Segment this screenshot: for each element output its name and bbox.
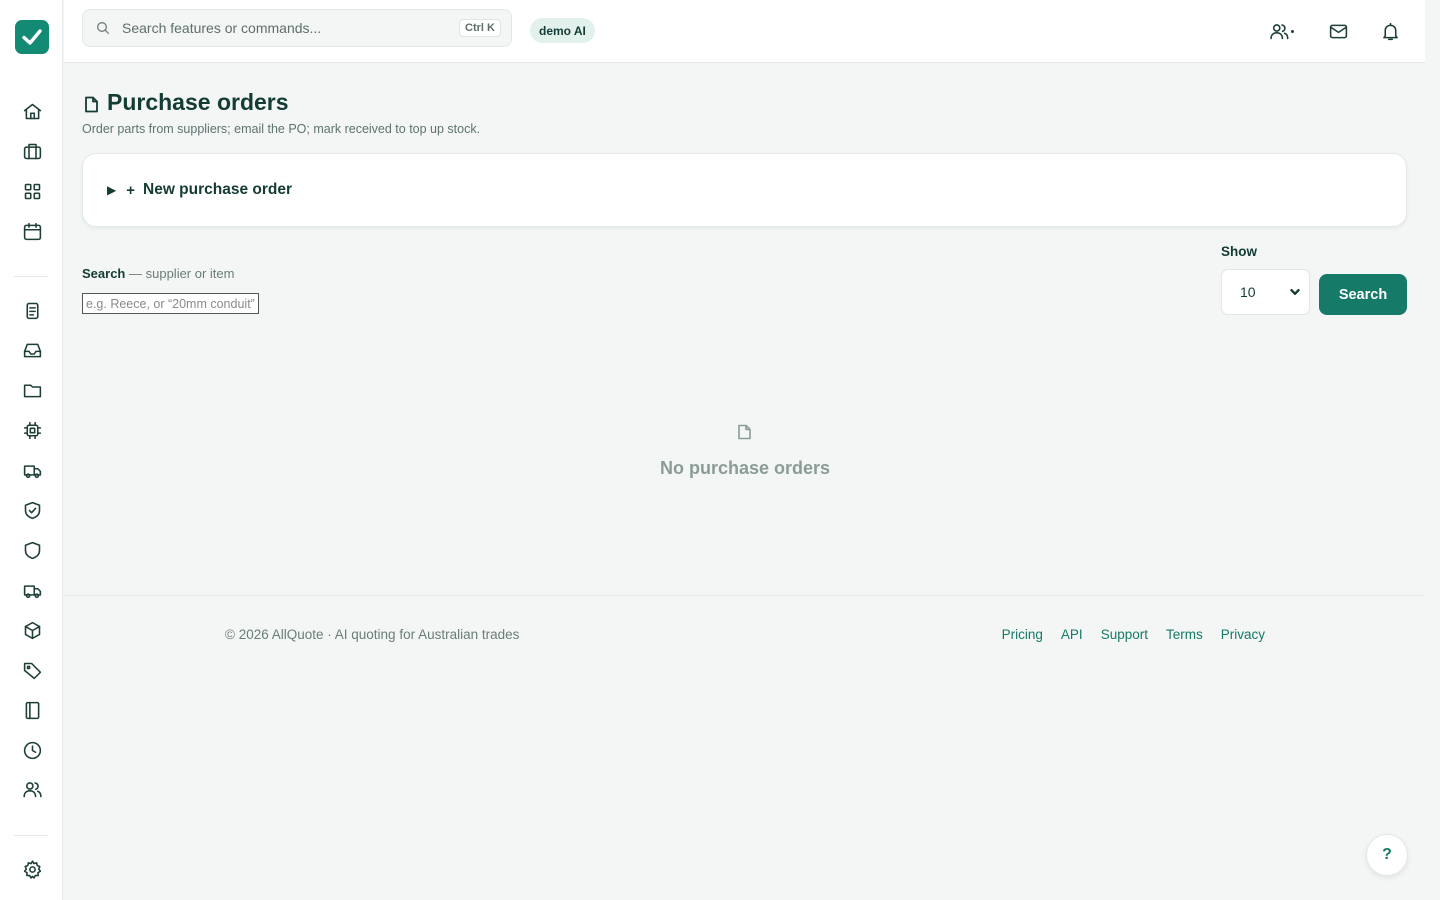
footer-link-api[interactable]: API [1061, 627, 1083, 642]
sidebar-tag-icon[interactable] [20, 658, 44, 682]
top-header: Search features or commands... Ctrl K de… [64, 0, 1425, 63]
sidebar-gear-icon[interactable] [20, 857, 44, 881]
notification-bell-icon[interactable] [1377, 18, 1403, 44]
sidebar-divider [14, 835, 48, 836]
sidebar-clipboard-icon[interactable] [20, 298, 44, 322]
sidebar-clock-icon[interactable] [20, 738, 44, 762]
supplier-search-input[interactable] [82, 293, 259, 314]
sidebar-divider [14, 276, 48, 277]
page-subtitle: Order parts from suppliers; email the PO… [82, 122, 481, 136]
keyboard-shortcut-badge: Ctrl K [459, 19, 501, 37]
sidebar-calendar-icon[interactable] [20, 219, 44, 243]
new-purchase-order-label: New purchase order [143, 181, 293, 198]
team-switcher-icon[interactable] [1266, 18, 1298, 44]
sidebar-book-icon[interactable] [20, 698, 44, 722]
checkmark-logo-icon [22, 29, 42, 45]
sidebar-chip-icon[interactable] [20, 418, 44, 442]
sidebar-grid-icon[interactable] [20, 179, 44, 203]
footer-link-privacy[interactable]: Privacy [1221, 627, 1265, 642]
footer-divider [64, 595, 1425, 596]
plus-icon: + [126, 181, 135, 199]
expand-triangle-icon: ▶ [107, 183, 117, 197]
sidebar-home-icon[interactable] [20, 99, 44, 123]
command-search-input[interactable]: Search features or commands... Ctrl K [82, 9, 512, 47]
app-logo[interactable] [15, 20, 49, 54]
search-button[interactable]: Search [1319, 274, 1407, 315]
footer-copyright: © 2026 AllQuote · AI quoting for Austral… [225, 627, 520, 642]
command-search-placeholder: Search features or commands... [122, 20, 322, 36]
sidebar-shield-icon[interactable] [20, 538, 44, 562]
page-title-row: Purchase orders [84, 89, 289, 116]
chevron-down-icon [1290, 289, 1300, 295]
search-icon [97, 22, 109, 34]
show-count-value: 10 [1240, 284, 1256, 300]
document-icon [85, 96, 98, 113]
show-count-select[interactable]: 10 [1221, 269, 1310, 315]
search-field-label: Search — supplier or item [82, 266, 234, 281]
footer-link-pricing[interactable]: Pricing [1002, 627, 1043, 642]
sidebar [0, 0, 63, 900]
sidebar-folder-icon[interactable] [20, 378, 44, 402]
empty-state-text: No purchase orders [659, 458, 831, 478]
footer-links: Pricing API Support Terms Privacy [1002, 627, 1265, 642]
new-purchase-order-toggle[interactable]: ▶ + New purchase order [82, 153, 1407, 227]
mail-icon[interactable] [1325, 18, 1351, 44]
help-button[interactable]: ? [1366, 834, 1408, 876]
demo-ai-badge[interactable]: demo AI [530, 18, 595, 43]
footer-link-support[interactable]: Support [1101, 627, 1148, 642]
sidebar-box-icon[interactable] [20, 618, 44, 642]
sidebar-shield-check-icon[interactable] [20, 498, 44, 522]
empty-document-icon [737, 424, 752, 440]
page-title: Purchase orders [107, 89, 289, 115]
sidebar-users-icon[interactable] [20, 777, 44, 801]
sidebar-delivery-icon[interactable] [20, 578, 44, 602]
search-label-hint: — supplier or item [129, 266, 235, 281]
sidebar-inbox-icon[interactable] [20, 338, 44, 362]
footer-link-terms[interactable]: Terms [1166, 627, 1203, 642]
search-label-text: Search [82, 266, 126, 281]
sidebar-briefcase-icon[interactable] [20, 139, 44, 163]
show-count-label: Show [1221, 244, 1257, 259]
